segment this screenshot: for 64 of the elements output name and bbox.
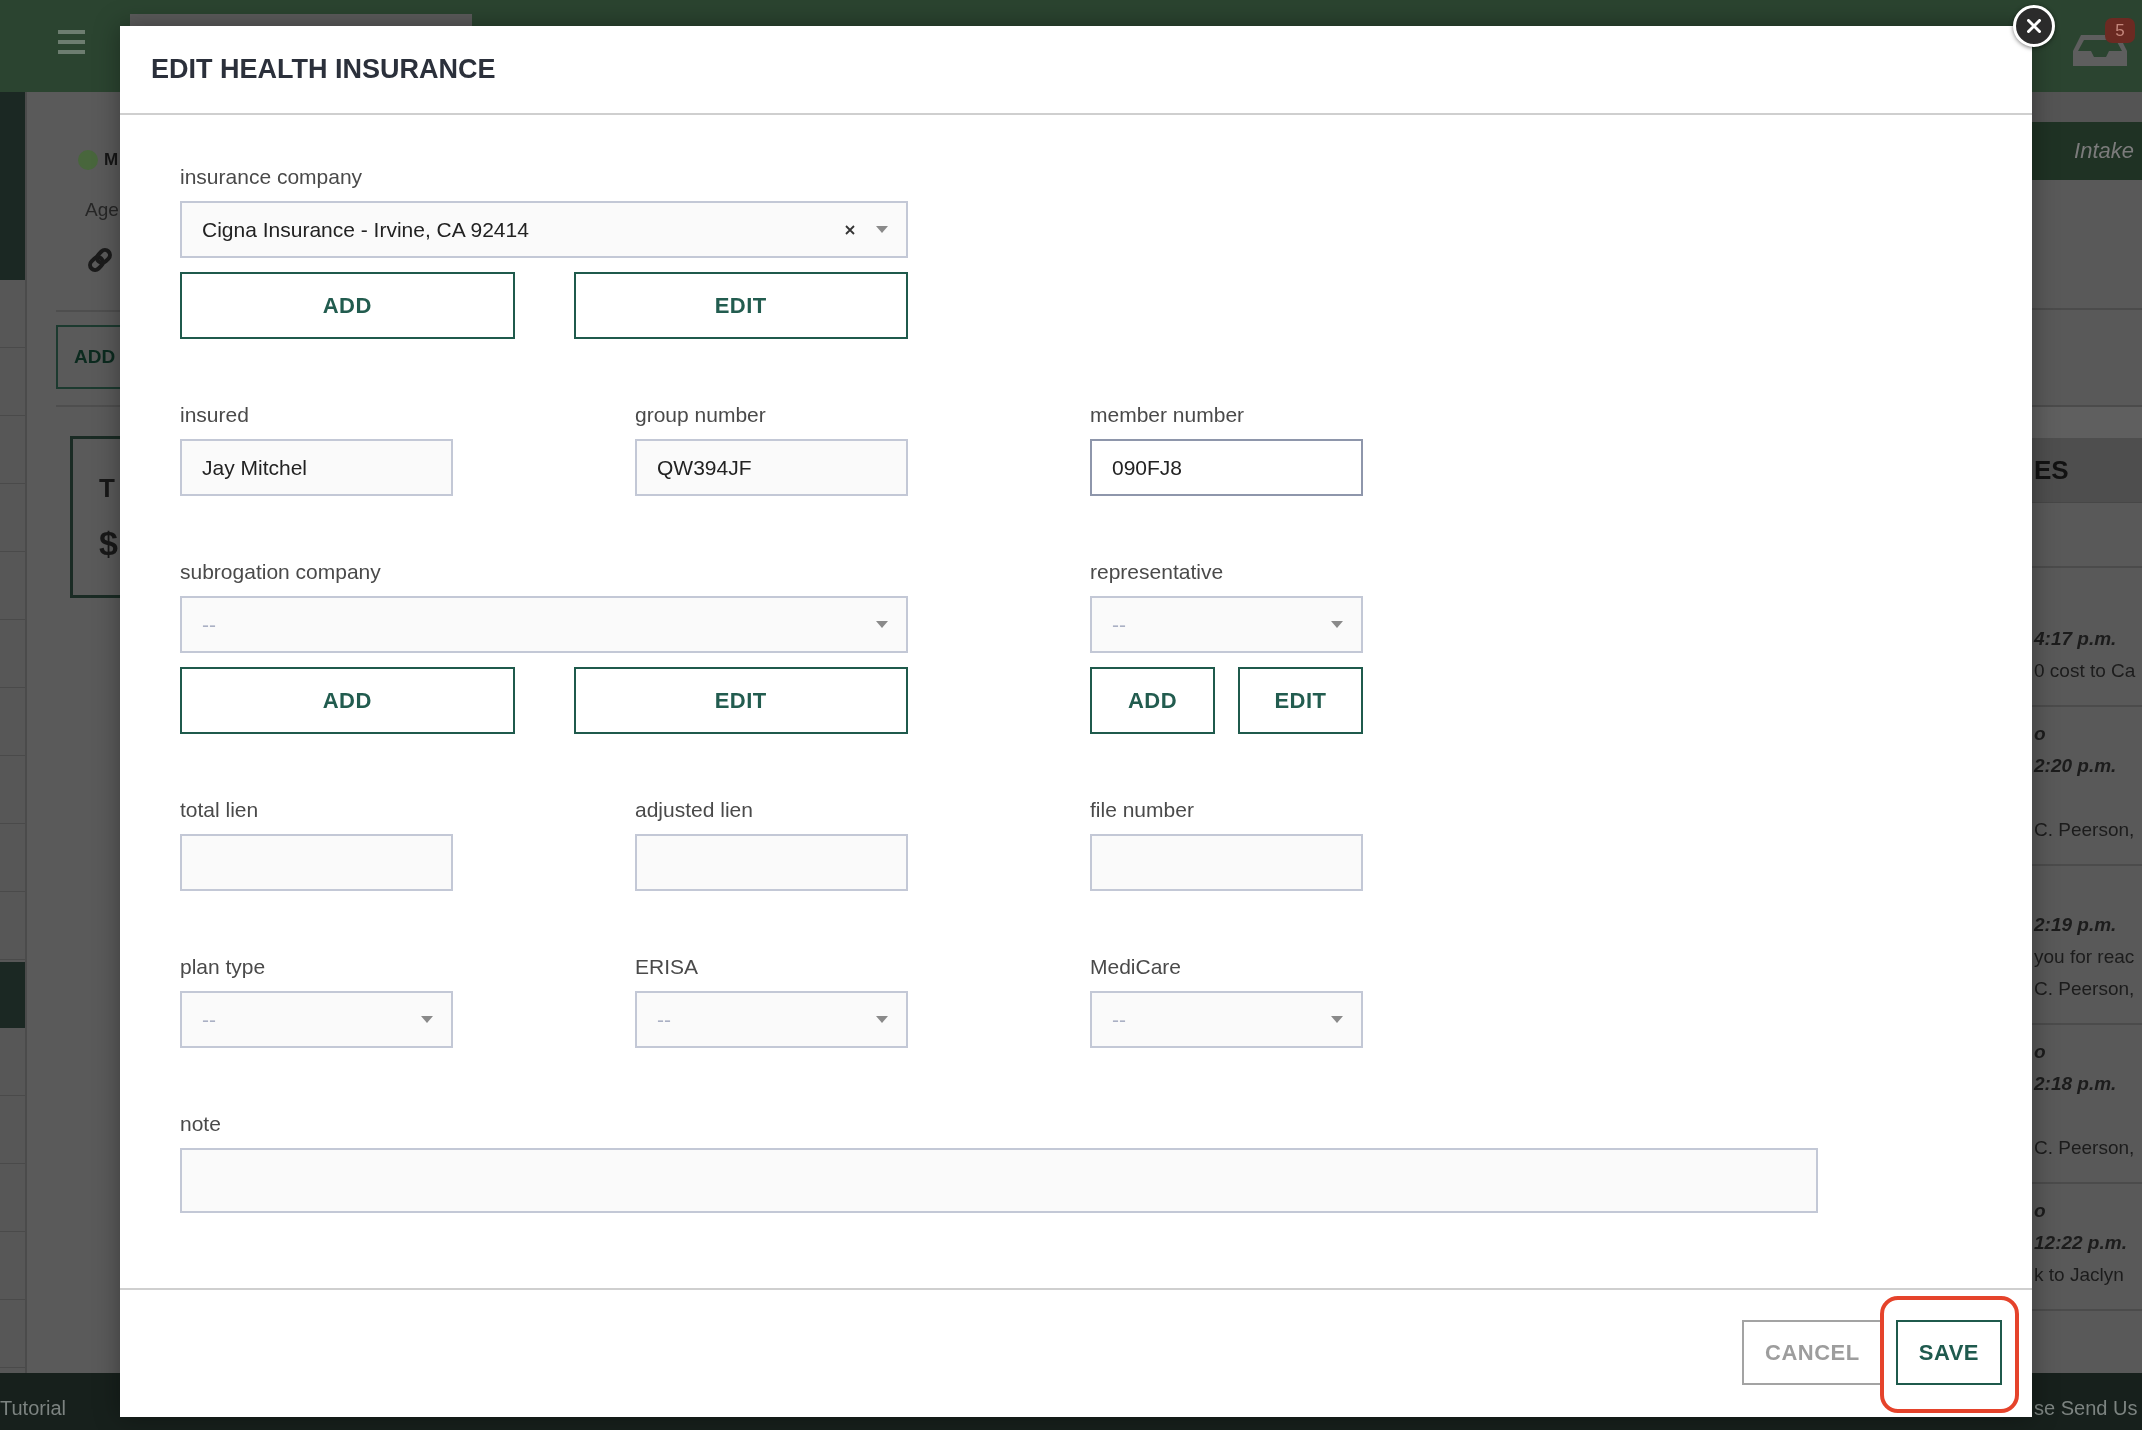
field-label: total lien (180, 798, 259, 822)
header-tab[interactable] (130, 14, 472, 26)
text-field[interactable]: 090FJ8 (1090, 439, 1363, 496)
notification-badge: 5 (2105, 18, 2135, 43)
clear-icon[interactable] (845, 224, 855, 235)
note-signature: C. Peerson, (2033, 818, 2135, 842)
primary-button[interactable]: SAVE (1895, 1320, 2002, 1385)
caret-icon (876, 1016, 888, 1023)
caret-icon (876, 226, 888, 233)
note-time: 2:20 p.m. (2032, 754, 2117, 778)
status-dot-icon (78, 150, 98, 170)
text-field[interactable] (180, 834, 453, 891)
field-label: ERISA (635, 955, 699, 979)
text-field[interactable] (635, 834, 908, 891)
note-recipient: o (2033, 1199, 2046, 1223)
note-recipient: o (2033, 1040, 2046, 1064)
note-field[interactable] (180, 1148, 1818, 1213)
text-field[interactable] (1090, 834, 1363, 891)
note-text: k to Jaclyn (2033, 1263, 2124, 1287)
close-icon (2027, 19, 2041, 33)
field-label: MediCare (1090, 955, 1182, 979)
caret-icon (421, 1016, 433, 1023)
caret-icon (1331, 621, 1343, 628)
link-icon[interactable] (85, 245, 115, 275)
note-time: 12:22 p.m. (2033, 1231, 2127, 1255)
dialog-title: EDIT HEALTH INSURANCE (151, 54, 496, 85)
footer-link[interactable]: Tutorial (0, 1397, 66, 1420)
note-signature: C. Peerson, (2033, 1136, 2135, 1160)
field-label: member number (1090, 403, 1245, 427)
card-title: T (99, 473, 115, 503)
dropdown-field[interactable]: Cigna Insurance - Irvine, CA 92414 (180, 201, 908, 258)
note-time: 2:18 p.m. (2032, 1072, 2117, 1096)
client-name: M (104, 149, 119, 171)
field-label: plan type (180, 955, 266, 979)
note-text: you for reac (2033, 945, 2135, 969)
action-button[interactable]: EDIT (573, 667, 908, 734)
note-signature: C. Peerson, (2033, 977, 2135, 1001)
footer-link[interactable]: se Send Us (2034, 1397, 2138, 1419)
note-time: 4:17 p.m. (2032, 627, 2117, 651)
note-recipient: o (2033, 722, 2046, 746)
field-label: file number (1090, 798, 1194, 822)
field-label: insured (180, 403, 249, 427)
sidebar-highlight (0, 962, 25, 1028)
card-amount: $ (99, 523, 118, 563)
inbox-icon[interactable] (2073, 35, 2127, 66)
caret-icon (876, 621, 888, 628)
note-text: 0 cost to Ca (2033, 659, 2136, 683)
action-button[interactable]: ADD (1090, 667, 1215, 734)
action-button[interactable]: ADD (180, 272, 515, 339)
panel-heading: ES (2034, 454, 2069, 486)
field-label: note (180, 1112, 221, 1136)
action-button[interactable]: EDIT (573, 272, 908, 339)
text-field[interactable]: QW394JF (635, 439, 908, 496)
action-button[interactable]: ADD (180, 667, 515, 734)
menu-icon[interactable] (58, 30, 85, 54)
note-time: 2:19 p.m. (2032, 913, 2117, 937)
field-label: insurance company (180, 165, 363, 189)
field-label: subrogation company (180, 560, 381, 584)
field-label: group number (635, 403, 766, 427)
field-label: representative (1090, 560, 1224, 584)
text-field[interactable]: Jay Mitchel (180, 439, 453, 496)
field-label: adjusted lien (635, 798, 753, 822)
action-button[interactable]: EDIT (1238, 667, 1363, 734)
caret-icon (1331, 1016, 1343, 1023)
